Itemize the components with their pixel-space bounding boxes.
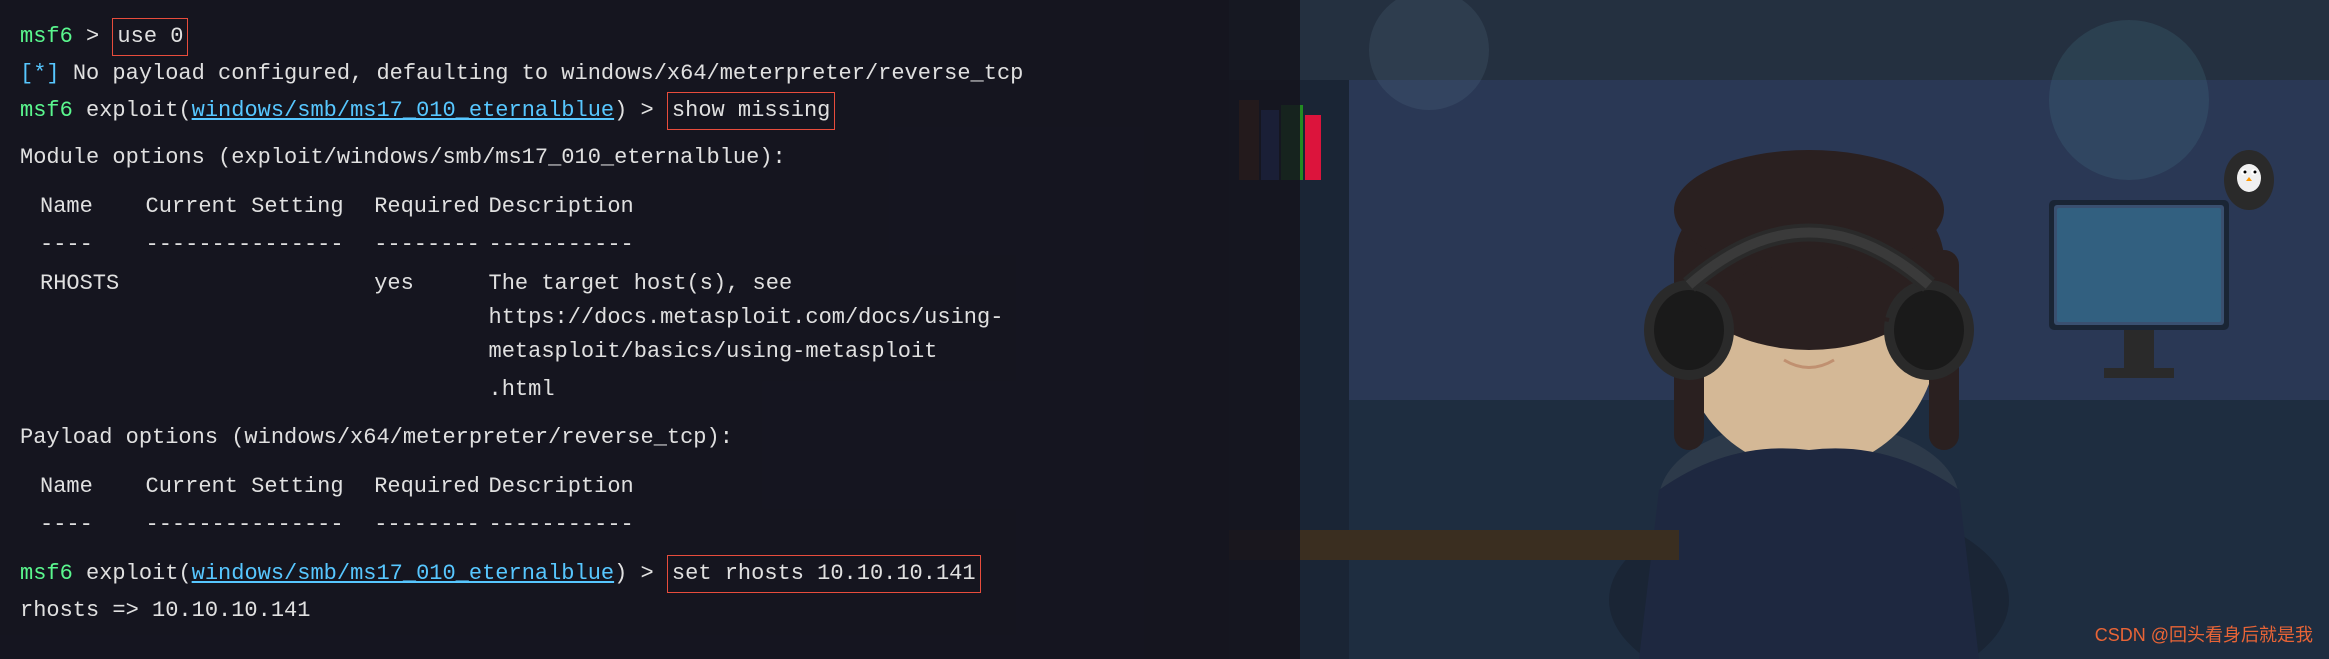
td-div-desc-2: ----------- — [489, 508, 1280, 542]
module-path-3: windows/smb/ms17_010_eternalblue — [192, 557, 614, 591]
table1-row1: RHOSTS yes The target host(s), see https… — [40, 267, 1280, 369]
payload-options-title: Payload options (windows/x64/meterpreter… — [20, 421, 1280, 455]
td-div-required-1: -------- — [374, 228, 488, 262]
gt-3: > — [627, 557, 667, 591]
th-required-1: Required — [374, 190, 488, 224]
command-set-rhosts: set rhosts 10.10.10.141 — [667, 555, 981, 593]
table1-row1-cont: .html — [40, 373, 1280, 407]
module-options-title: Module options (exploit/windows/smb/ms17… — [20, 141, 1280, 175]
td-cont-setting — [146, 373, 375, 407]
prompt-space-3 — [73, 557, 86, 591]
td-div-setting-2: --------------- — [146, 508, 375, 542]
command-line-3: msf6 exploit( windows/smb/ms17_010_etern… — [20, 555, 1280, 593]
td-div-name-1: ---- — [40, 228, 146, 262]
payload-options-text: Payload options (windows/x64/meterpreter… — [20, 421, 733, 455]
th-name-1: Name — [40, 190, 146, 224]
td-div-desc-1: ----------- — [489, 228, 1280, 262]
th-desc-2: Description — [489, 470, 1280, 504]
module-suffix: ) — [614, 94, 627, 128]
prompt-1: msf6 — [20, 20, 73, 54]
module-options-text: Module options (exploit/windows/smb/ms17… — [20, 141, 786, 175]
th-required-2: Required — [374, 470, 488, 504]
module-prefix-3: exploit( — [86, 557, 192, 591]
th-name-2: Name — [40, 470, 146, 504]
table2-divider: ---- --------------- -------- ----------… — [40, 508, 1280, 542]
td-rhosts-required: yes — [374, 267, 488, 369]
result-line: rhosts => 10.10.10.141 — [20, 594, 1280, 628]
module-suffix-3: ) — [614, 557, 627, 591]
td-div-setting-1: --------------- — [146, 228, 375, 262]
th-setting-2: Current Setting — [146, 470, 375, 504]
table1-header: Name Current Setting Required Descriptio… — [40, 190, 1280, 224]
td-cont-name — [40, 373, 146, 407]
table2-header: Name Current Setting Required Descriptio… — [40, 470, 1280, 504]
td-div-name-2: ---- — [40, 508, 146, 542]
arrow-1: > — [73, 20, 113, 54]
info-star: [*] — [20, 57, 60, 91]
prompt-3: msf6 — [20, 557, 73, 591]
td-rhosts-name: RHOSTS — [40, 267, 146, 369]
watermark: CSDN @回头看身后就是我 — [2095, 621, 2313, 647]
command-line-1: msf6 > use 0 — [20, 18, 1280, 56]
table1-divider: ---- --------------- -------- ----------… — [40, 228, 1280, 262]
command-line-2: msf6 exploit( windows/smb/ms17_010_etern… — [20, 92, 1280, 130]
td-cont-required — [374, 373, 488, 407]
info-text: No payload configured, defaulting to win… — [60, 57, 1024, 91]
prompt-2: msf6 — [20, 94, 73, 128]
td-cont-desc: .html — [489, 373, 1280, 407]
result-text: rhosts => 10.10.10.141 — [20, 594, 310, 628]
td-rhosts-setting — [146, 267, 375, 369]
terminal: msf6 > use 0 [*] No payload configured, … — [0, 0, 1300, 659]
th-desc-1: Description — [489, 190, 1280, 224]
command-show-missing: show missing — [667, 92, 835, 130]
td-rhosts-desc: The target host(s), see https://docs.met… — [489, 267, 1280, 369]
prompt-gt-2: > — [627, 94, 667, 128]
command-use0: use 0 — [112, 18, 188, 56]
prompt-space — [73, 94, 86, 128]
td-div-required-2: -------- — [374, 508, 488, 542]
th-setting-1: Current Setting — [146, 190, 375, 224]
module-prefix: exploit( — [86, 94, 192, 128]
info-line-1: [*] No payload configured, defaulting to… — [20, 57, 1280, 91]
module-path: windows/smb/ms17_010_eternalblue — [192, 94, 614, 128]
